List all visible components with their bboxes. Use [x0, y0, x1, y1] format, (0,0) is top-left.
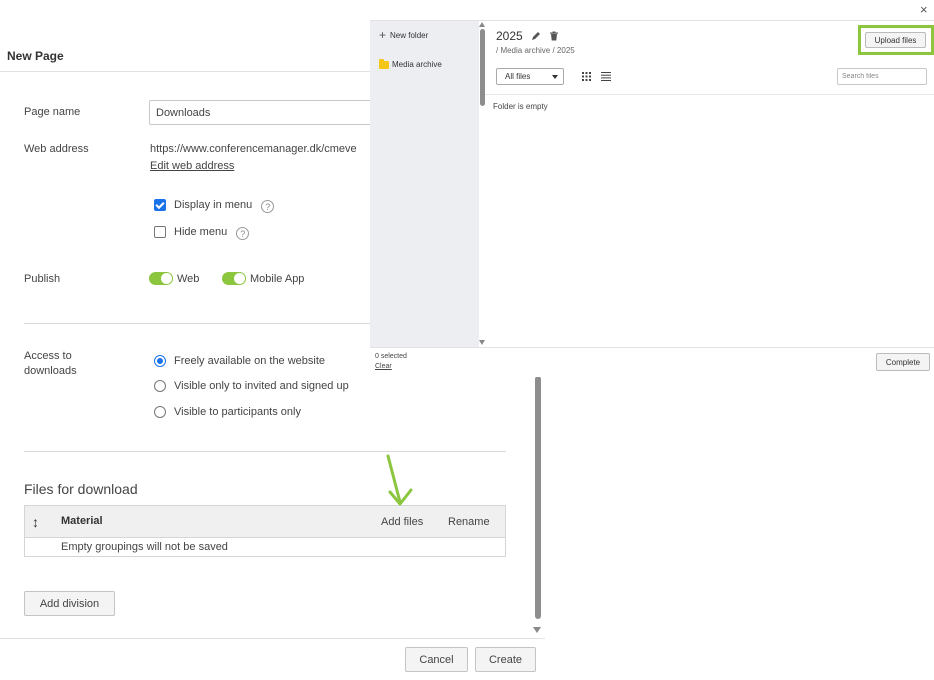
upload-files-button[interactable]: Upload files	[865, 32, 926, 48]
list-view-icon[interactable]	[601, 72, 611, 81]
access-option-invited[interactable]: Visible only to invited and signed up	[154, 380, 349, 392]
add-division-button[interactable]: Add division	[24, 591, 115, 616]
access-option-participants[interactable]: Visible to participants only	[154, 406, 301, 418]
title-divider	[0, 71, 370, 72]
file-type-filter[interactable]: All files	[496, 68, 564, 85]
media-dialog: + New folder Media archive 2025 / Media …	[370, 20, 934, 377]
access-radio-free[interactable]	[154, 355, 166, 367]
breadcrumb: / Media archive / 2025	[496, 46, 575, 55]
grid-view-icon[interactable]	[582, 72, 591, 81]
access-option-free[interactable]: Freely available on the website	[154, 355, 325, 367]
content-divider	[485, 94, 934, 95]
tree-scroll-down-icon[interactable]	[479, 340, 485, 345]
folder-title-text: 2025	[496, 29, 523, 43]
sort-handle-icon[interactable]: ↕	[32, 514, 39, 530]
search-files-input[interactable]	[837, 68, 927, 85]
mobile-switch[interactable]	[222, 272, 246, 285]
plus-icon: +	[379, 28, 387, 42]
tree-scroll-up-icon[interactable]	[479, 22, 485, 27]
access-option-label: Visible only to invited and signed up	[174, 380, 349, 392]
folder-tree: + New folder Media archive	[370, 21, 479, 347]
help-icon[interactable]: ?	[261, 200, 275, 213]
files-empty-note: Empty groupings will not be saved	[61, 541, 228, 553]
hide-menu-label: Hide menu	[174, 226, 228, 238]
edit-web-address-link[interactable]: Edit web address	[150, 160, 234, 172]
access-option-label: Visible to participants only	[174, 406, 301, 418]
section-divider	[24, 323, 370, 324]
access-label: Access to downloads	[24, 350, 77, 377]
hide-menu-checkbox[interactable]	[154, 226, 166, 238]
display-in-menu-checkbox[interactable]	[154, 199, 166, 211]
new-folder-button[interactable]: + New folder	[379, 28, 429, 42]
folder-icon	[379, 58, 389, 69]
access-radio-participants[interactable]	[154, 406, 166, 418]
files-table-header: ↕ Material Add files Rename	[25, 506, 505, 538]
section-divider	[24, 451, 506, 452]
media-archive-label: Media archive	[392, 60, 442, 69]
footer-divider	[0, 638, 545, 639]
chevron-down-icon	[552, 75, 558, 79]
rename-button[interactable]: Rename	[448, 516, 490, 528]
close-icon[interactable]: ×	[920, 2, 928, 17]
publish-label: Publish	[24, 273, 61, 285]
green-arrow-annotation-icon	[386, 454, 413, 506]
publish-mobile-toggle[interactable]: Mobile App	[222, 272, 304, 285]
publish-web-toggle[interactable]: Web	[149, 272, 199, 285]
filter-selected-value: All files	[505, 72, 531, 81]
page-name-label: Page name	[24, 106, 81, 118]
display-in-menu-row[interactable]: Display in menu ?	[154, 197, 275, 213]
material-column-header: Material	[61, 515, 103, 527]
complete-button[interactable]: Complete	[876, 353, 930, 371]
page-title: New Page	[7, 49, 64, 63]
web-address-value: https://www.conferencemanager.dk/cmeve	[150, 143, 357, 155]
cancel-button[interactable]: Cancel	[405, 647, 468, 672]
folder-title: 2025	[496, 29, 559, 43]
new-folder-label: New folder	[390, 31, 429, 40]
access-radio-invited[interactable]	[154, 380, 166, 392]
web-switch-label: Web	[177, 272, 200, 285]
hide-menu-row[interactable]: Hide menu ?	[154, 224, 250, 240]
empty-folder-message: Folder is empty	[493, 102, 548, 111]
page-name-input[interactable]	[149, 100, 379, 125]
main-scrollbar-thumb[interactable]	[535, 376, 541, 619]
pencil-icon[interactable]	[531, 31, 541, 41]
trash-icon[interactable]	[549, 31, 559, 41]
clear-selection-link[interactable]: Clear	[375, 363, 392, 370]
web-address-label: Web address	[24, 143, 89, 155]
create-button[interactable]: Create	[475, 647, 536, 672]
access-option-label: Freely available on the website	[174, 355, 326, 367]
add-files-button[interactable]: Add files	[381, 516, 423, 528]
web-switch[interactable]	[149, 272, 173, 285]
tree-item-media-archive[interactable]: Media archive	[379, 58, 442, 69]
files-for-download-title: Files for download	[24, 481, 138, 497]
dialog-footer: 0 selected Clear Complete	[370, 347, 934, 377]
main-scroll-down-icon[interactable]	[533, 627, 541, 633]
display-in-menu-label: Display in menu	[174, 199, 253, 211]
help-icon[interactable]: ?	[236, 227, 250, 240]
selected-count: 0 selected	[375, 353, 407, 360]
files-table: ↕ Material Add files Rename Empty groupi…	[24, 505, 506, 557]
upload-files-highlight: Upload files	[858, 25, 934, 55]
mobile-switch-label: Mobile App	[250, 272, 305, 285]
